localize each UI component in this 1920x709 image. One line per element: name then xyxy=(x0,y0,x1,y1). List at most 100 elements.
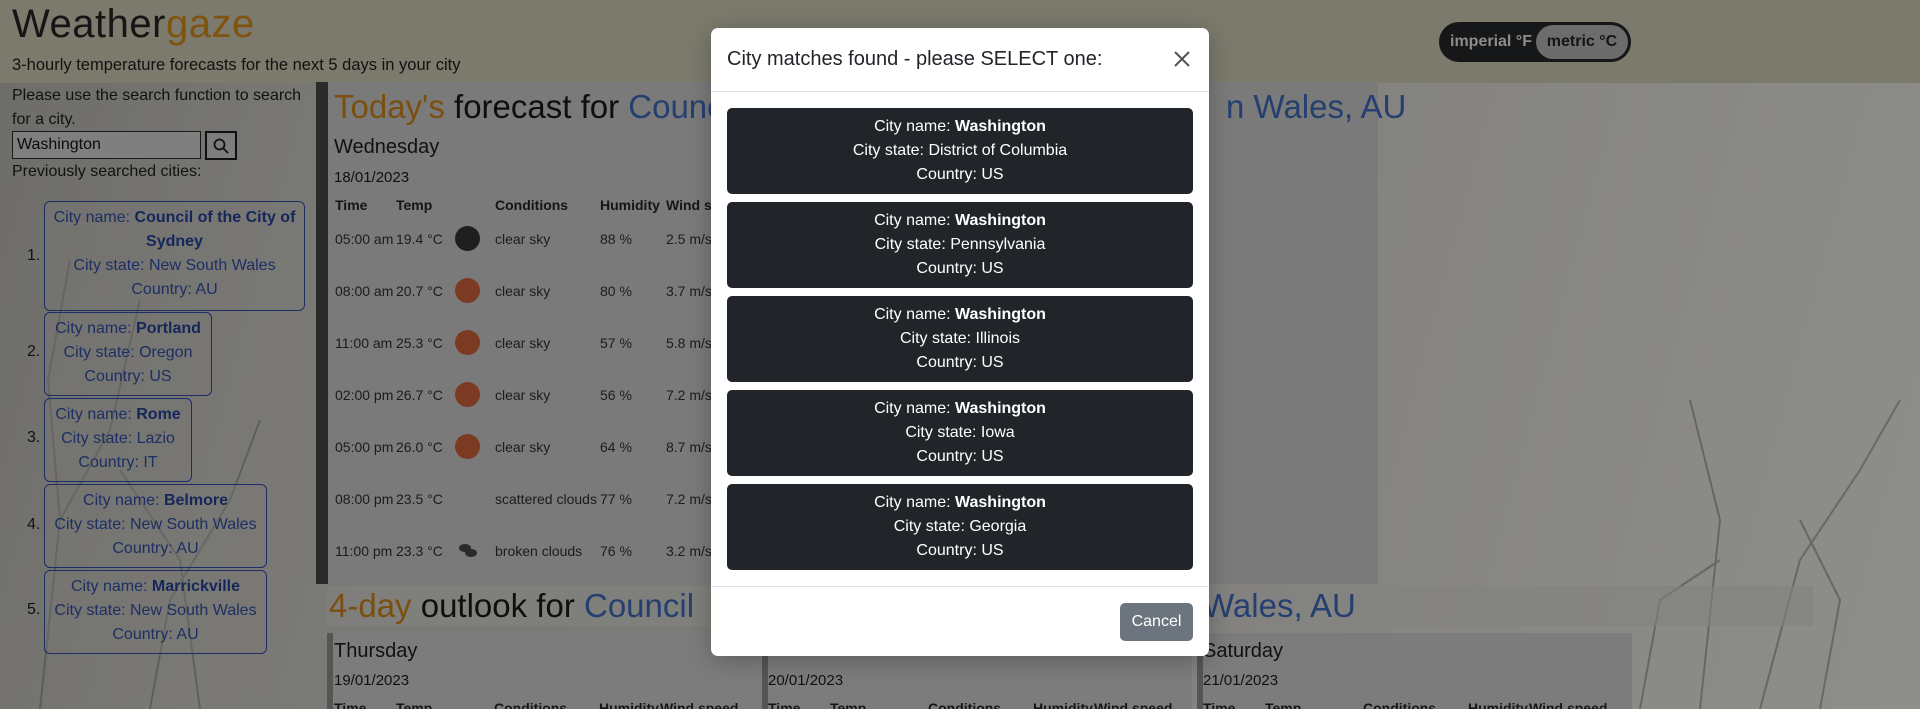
row-temp: 19.4 °C xyxy=(396,231,443,247)
row-wind: 3.2 m/s xyxy=(666,543,712,559)
col-wind: Wind s xyxy=(666,197,712,213)
row-humidity: 77 % xyxy=(600,491,632,507)
city-search-input[interactable] xyxy=(12,131,201,159)
outlook-heading: 4-day outlook for Council xyxy=(329,587,695,624)
outlook-col-header: Temp xyxy=(830,700,867,709)
unit-toggle[interactable]: imperial °F metric °C xyxy=(1439,22,1631,62)
outlook-col-header: Conditions xyxy=(928,700,1002,709)
row-conditions: broken clouds xyxy=(495,543,583,559)
row-humidity: 56 % xyxy=(600,387,632,403)
row-temp: 23.5 °C xyxy=(396,491,443,507)
outlook-date: 21/01/2023 xyxy=(1203,672,1279,689)
row-time: 05:00 pm xyxy=(335,439,394,455)
city-match-button[interactable]: City name: Washington City state: Georgi… xyxy=(727,484,1193,570)
forecast-date: 18/01/2023 xyxy=(334,169,410,186)
row-wind: 2.5 m/s xyxy=(666,231,712,247)
sun-icon xyxy=(455,382,480,407)
close-icon xyxy=(1174,51,1190,67)
row-time: 05:00 am xyxy=(335,231,394,247)
row-conditions: scattered clouds xyxy=(495,491,597,507)
outlook-col-header: Temp xyxy=(396,700,433,709)
row-humidity: 64 % xyxy=(600,439,632,455)
outlook-col-header: Time xyxy=(1203,700,1236,709)
outlook-col-header: Wind speed xyxy=(1529,700,1608,709)
row-temp: 26.0 °C xyxy=(396,439,443,455)
previous-city-item[interactable]: City name: Rome City state: Lazio Country… xyxy=(44,398,192,482)
modal-header: City matches found - please SELECT one: xyxy=(711,28,1209,92)
row-time: 11:00 pm xyxy=(335,543,393,559)
row-humidity: 88 % xyxy=(600,231,632,247)
row-wind: 7.2 m/s xyxy=(666,491,712,507)
row-temp: 23.3 °C xyxy=(396,543,443,559)
row-wind: 7.2 m/s xyxy=(666,387,712,403)
row-time: 02:00 pm xyxy=(335,387,394,403)
modal-footer: Cancel xyxy=(711,586,1209,656)
outlook-col-header: Humidity xyxy=(1033,700,1093,709)
previous-city-item[interactable]: City name: Portland City state: Oregon Co… xyxy=(44,312,212,396)
sun-icon xyxy=(455,330,480,355)
outlook-col-header: Humidity xyxy=(1468,700,1528,709)
list-number: 1. xyxy=(27,247,41,264)
city-select-modal: City matches found - please SELECT one: … xyxy=(711,28,1209,656)
col-time: Time xyxy=(335,197,368,213)
city-match-button[interactable]: City name: Washington City state: Distri… xyxy=(727,108,1193,194)
row-wind: 3.7 m/s xyxy=(666,283,712,299)
row-conditions: clear sky xyxy=(495,439,551,455)
outlook-col-header: Conditions xyxy=(1363,700,1437,709)
outlook-date: 19/01/2023 xyxy=(334,672,410,689)
previous-city-item[interactable]: City name: Belmore City state: New South… xyxy=(44,484,267,568)
row-conditions: clear sky xyxy=(495,387,551,403)
list-number: 2. xyxy=(27,343,41,360)
sun-icon xyxy=(455,278,480,303)
imperial-option[interactable]: imperial °F xyxy=(1450,33,1542,51)
search-help-text: Please use the search function to search… xyxy=(12,87,302,128)
col-temp: Temp xyxy=(396,197,433,213)
outlook-col-header: Wind speed xyxy=(660,700,739,709)
row-time: 11:00 am xyxy=(335,335,393,351)
previous-searches-label: Previously searched cities: xyxy=(12,163,202,180)
outlook-col-header: Time xyxy=(768,700,801,709)
row-time: 08:00 am xyxy=(335,283,394,299)
outlook-col-header: Humidity xyxy=(599,700,659,709)
city-match-button[interactable]: City name: Washington City state: Pennsy… xyxy=(727,202,1193,288)
row-humidity: 80 % xyxy=(600,283,632,299)
row-wind: 8.7 m/s xyxy=(666,439,712,455)
city-match-button[interactable]: City name: Washington City state: Iowa Co… xyxy=(727,390,1193,476)
cancel-button[interactable]: Cancel xyxy=(1120,603,1193,641)
outlook-heading-tail: Wales, AU xyxy=(1203,587,1356,624)
row-temp: 20.7 °C xyxy=(396,283,443,299)
list-number: 3. xyxy=(27,429,41,446)
list-number: 4. xyxy=(27,516,41,533)
row-conditions: clear sky xyxy=(495,335,551,351)
outlook-col-header: Time xyxy=(334,700,367,709)
row-temp: 25.3 °C xyxy=(396,335,443,351)
search-button[interactable] xyxy=(205,131,237,160)
row-time: 08:00 pm xyxy=(335,491,394,507)
previous-city-item[interactable]: City name: Marrickville City state: New … xyxy=(44,570,267,654)
list-number: 5. xyxy=(27,601,41,618)
site-logo[interactable]: Weathergaze xyxy=(12,2,255,47)
row-wind: 5.8 m/s xyxy=(666,335,712,351)
row-conditions: clear sky xyxy=(495,231,551,247)
today-heading-tail: n Wales, AU xyxy=(1226,88,1407,125)
outlook-col-header: Conditions xyxy=(494,700,568,709)
forecast-day: Wednesday xyxy=(334,136,440,158)
outlook-col-header: Wind speed xyxy=(1094,700,1173,709)
row-temp: 26.7 °C xyxy=(396,387,443,403)
row-conditions: clear sky xyxy=(495,283,551,299)
sun-icon xyxy=(455,434,480,459)
col-humidity: Humidity xyxy=(600,197,660,213)
city-match-button[interactable]: City name: Washington City state: Illino… xyxy=(727,296,1193,382)
modal-title: City matches found - please SELECT one: xyxy=(727,48,1103,70)
outlook-day: Thursday xyxy=(334,640,418,662)
row-humidity: 76 % xyxy=(600,543,632,559)
search-icon xyxy=(213,138,229,154)
previous-city-item[interactable]: City name: Council of the City of Sydney… xyxy=(44,201,305,311)
tagline: 3-hourly temperature forecasts for the n… xyxy=(12,56,461,74)
outlook-col-header: Temp xyxy=(1265,700,1302,709)
outlook-date: 20/01/2023 xyxy=(768,672,844,689)
row-humidity: 57 % xyxy=(600,335,632,351)
close-button[interactable] xyxy=(1169,46,1195,72)
metric-option[interactable]: metric °C xyxy=(1536,25,1628,59)
moon-icon xyxy=(455,226,480,251)
